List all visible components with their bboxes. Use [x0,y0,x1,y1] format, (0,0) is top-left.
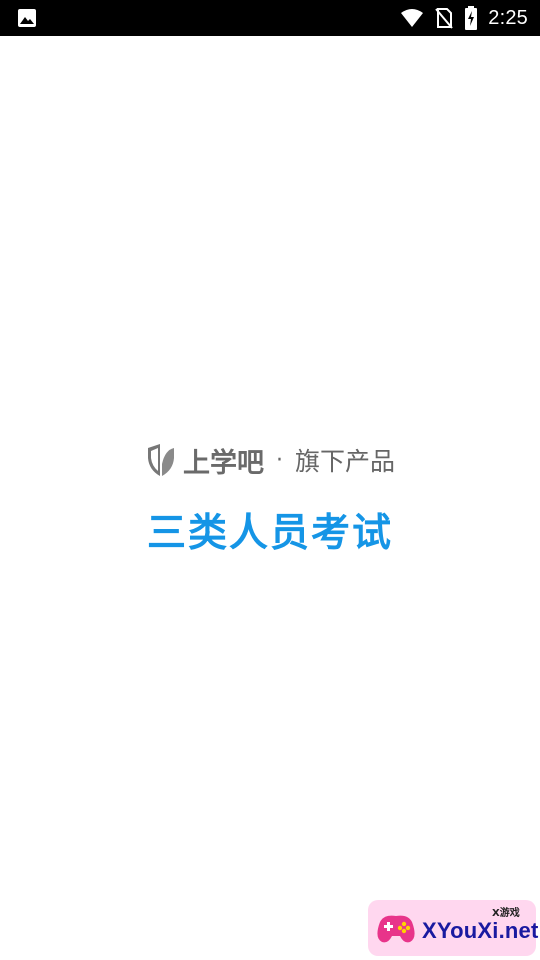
battery-charging-icon [465,6,478,30]
leaf-shield-logo-icon [147,444,174,476]
wifi-icon [401,9,424,27]
brand-name: 上学吧 [182,447,264,479]
brand-separator: · [275,447,283,473]
gamepad-icon [377,915,415,943]
splash-content: 上学吧 · 旗下产品 三类人员考试 [0,440,540,558]
app-title: 三类人员考试 [146,511,393,556]
no-sim-icon [435,8,454,29]
status-icons: 2:25 [400,0,528,36]
watermark-small-text: X游戏 [492,908,520,919]
status-time: 2:25 [488,6,528,29]
watermark-text: XYouXi.net [422,918,539,943]
brand-row: 上学吧 · 旗下产品 [0,440,540,480]
watermark: X游戏 XYouXi.net [368,900,539,956]
image-icon [18,9,36,27]
brand-suffix: 旗下产品 [294,447,395,476]
status-bar: 2:25 [0,0,540,36]
